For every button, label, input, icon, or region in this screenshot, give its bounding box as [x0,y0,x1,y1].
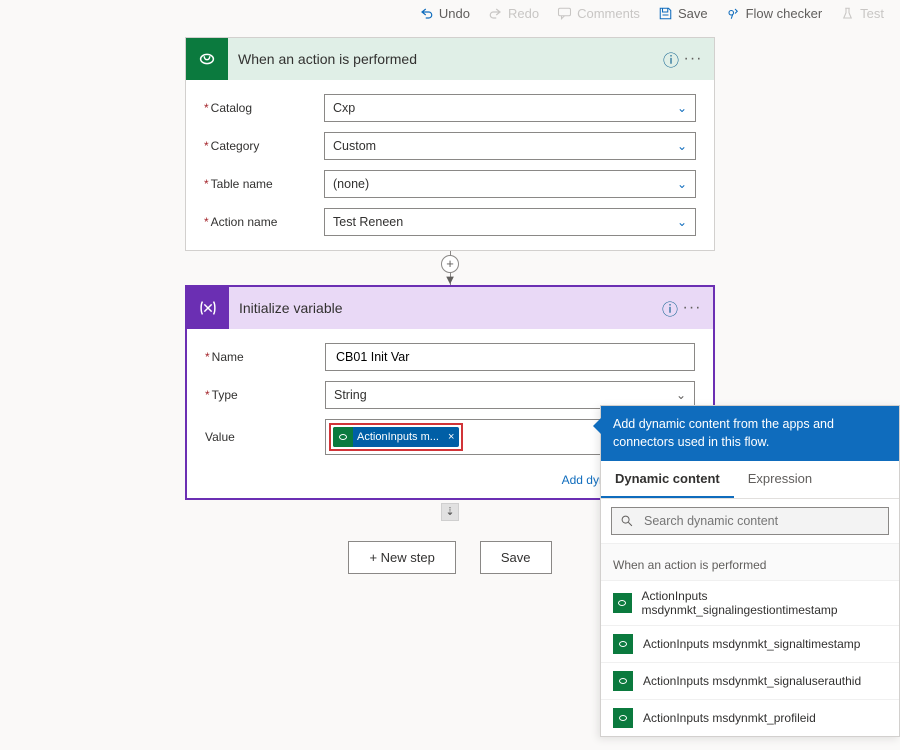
category-select[interactable]: Custom ⌄ [324,132,696,160]
flow-checker-button[interactable]: Flow checker [726,6,823,21]
save-button[interactable]: Save [658,6,708,21]
chevron-down-icon: ⌄ [676,388,686,402]
dynamic-content-panel: Add dynamic content from the apps and co… [600,405,900,737]
redo-button[interactable]: Redo [488,6,539,21]
dataverse-icon [613,634,633,654]
search-icon [620,514,634,528]
dc-item-label: ActionInputs msdynmkt_signaltimestamp [643,637,860,651]
dc-search[interactable] [611,507,889,535]
dataverse-icon [613,593,632,613]
dataverse-icon [613,708,633,728]
category-label: *Category [204,139,324,153]
top-toolbar: Undo Redo Comments Save Flow checker Tes… [0,0,900,27]
panel-pointer [593,418,601,434]
name-input[interactable] [325,343,695,371]
init-variable-header[interactable]: Initialize variable ⓘ ··· [187,287,713,329]
dataverse-icon [613,671,633,691]
dc-item-label: ActionInputs msdynmkt_signalingestiontim… [642,589,888,617]
trigger-title: When an action is performed [228,51,660,67]
test-icon [840,6,855,21]
flow-checker-label: Flow checker [746,6,823,21]
redo-icon [488,6,503,21]
value-label: Value [205,430,325,444]
dynamic-token[interactable]: ActionInputs m... × [333,427,459,447]
dc-item[interactable]: ActionInputs msdynmkt_signalingestiontim… [601,580,899,625]
undo-icon [419,6,434,21]
dc-search-input[interactable] [642,513,880,529]
trigger-card: When an action is performed ⓘ ··· *Catal… [185,37,715,251]
dc-header: Add dynamic content from the apps and co… [601,406,899,461]
undo-label: Undo [439,6,470,21]
token-remove-button[interactable]: × [443,431,459,443]
dc-item-label: ActionInputs msdynmkt_profileid [643,711,816,725]
pin-icon[interactable]: ⇣ [441,503,459,521]
connector: + ▼ [185,251,715,285]
name-label: *Name [205,350,325,364]
type-label: *Type [205,388,325,402]
name-input-field[interactable] [334,349,686,365]
chevron-down-icon: ⌄ [677,215,687,229]
init-variable-title: Initialize variable [229,300,659,316]
catalog-label: *Catalog [204,101,324,115]
dc-item-label: ActionInputs msdynmkt_signaluserauthid [643,674,861,688]
dc-tabs: Dynamic content Expression [601,461,899,499]
test-label: Test [860,6,884,21]
test-button[interactable]: Test [840,6,884,21]
insert-step-button[interactable]: + [441,255,459,273]
save-icon [658,6,673,21]
action-label: *Action name [204,215,324,229]
save-flow-button[interactable]: Save [480,541,552,574]
redo-label: Redo [508,6,539,21]
comments-button[interactable]: Comments [557,6,640,21]
variable-icon [187,287,229,329]
new-step-button[interactable]: + New step [348,541,455,574]
help-icon[interactable]: ⓘ [659,296,681,320]
token-label: ActionInputs m... [353,431,443,443]
action-select[interactable]: Test Reneen ⌄ [324,208,696,236]
comments-label: Comments [577,6,640,21]
help-icon[interactable]: ⓘ [660,47,682,71]
flow-checker-icon [726,6,741,21]
table-select[interactable]: (none) ⌄ [324,170,696,198]
catalog-select[interactable]: Cxp ⌄ [324,94,696,122]
tab-dynamic-content[interactable]: Dynamic content [601,461,734,498]
chevron-down-icon: ⌄ [677,101,687,115]
table-label: *Table name [204,177,324,191]
dc-section-title: When an action is performed [601,543,899,580]
dc-item[interactable]: ActionInputs msdynmkt_signaltimestamp [601,625,899,662]
trigger-card-header[interactable]: When an action is performed ⓘ ··· [186,38,714,80]
tab-expression[interactable]: Expression [734,461,826,498]
dataverse-icon [333,427,353,447]
chevron-down-icon: ⌄ [677,139,687,153]
more-icon[interactable]: ··· [681,299,703,317]
value-highlight: ActionInputs m... × [329,423,463,451]
dc-item[interactable]: ActionInputs msdynmkt_signaluserauthid [601,662,899,699]
more-icon[interactable]: ··· [682,50,704,68]
undo-button[interactable]: Undo [419,6,470,21]
trigger-card-body: *Catalog Cxp ⌄ *Category Custom ⌄ *Table… [186,80,714,250]
chevron-down-icon: ⌄ [677,177,687,191]
save-label: Save [678,6,708,21]
dc-item[interactable]: ActionInputs msdynmkt_profileid [601,699,899,736]
comments-icon [557,6,572,21]
dataverse-icon [186,38,228,80]
